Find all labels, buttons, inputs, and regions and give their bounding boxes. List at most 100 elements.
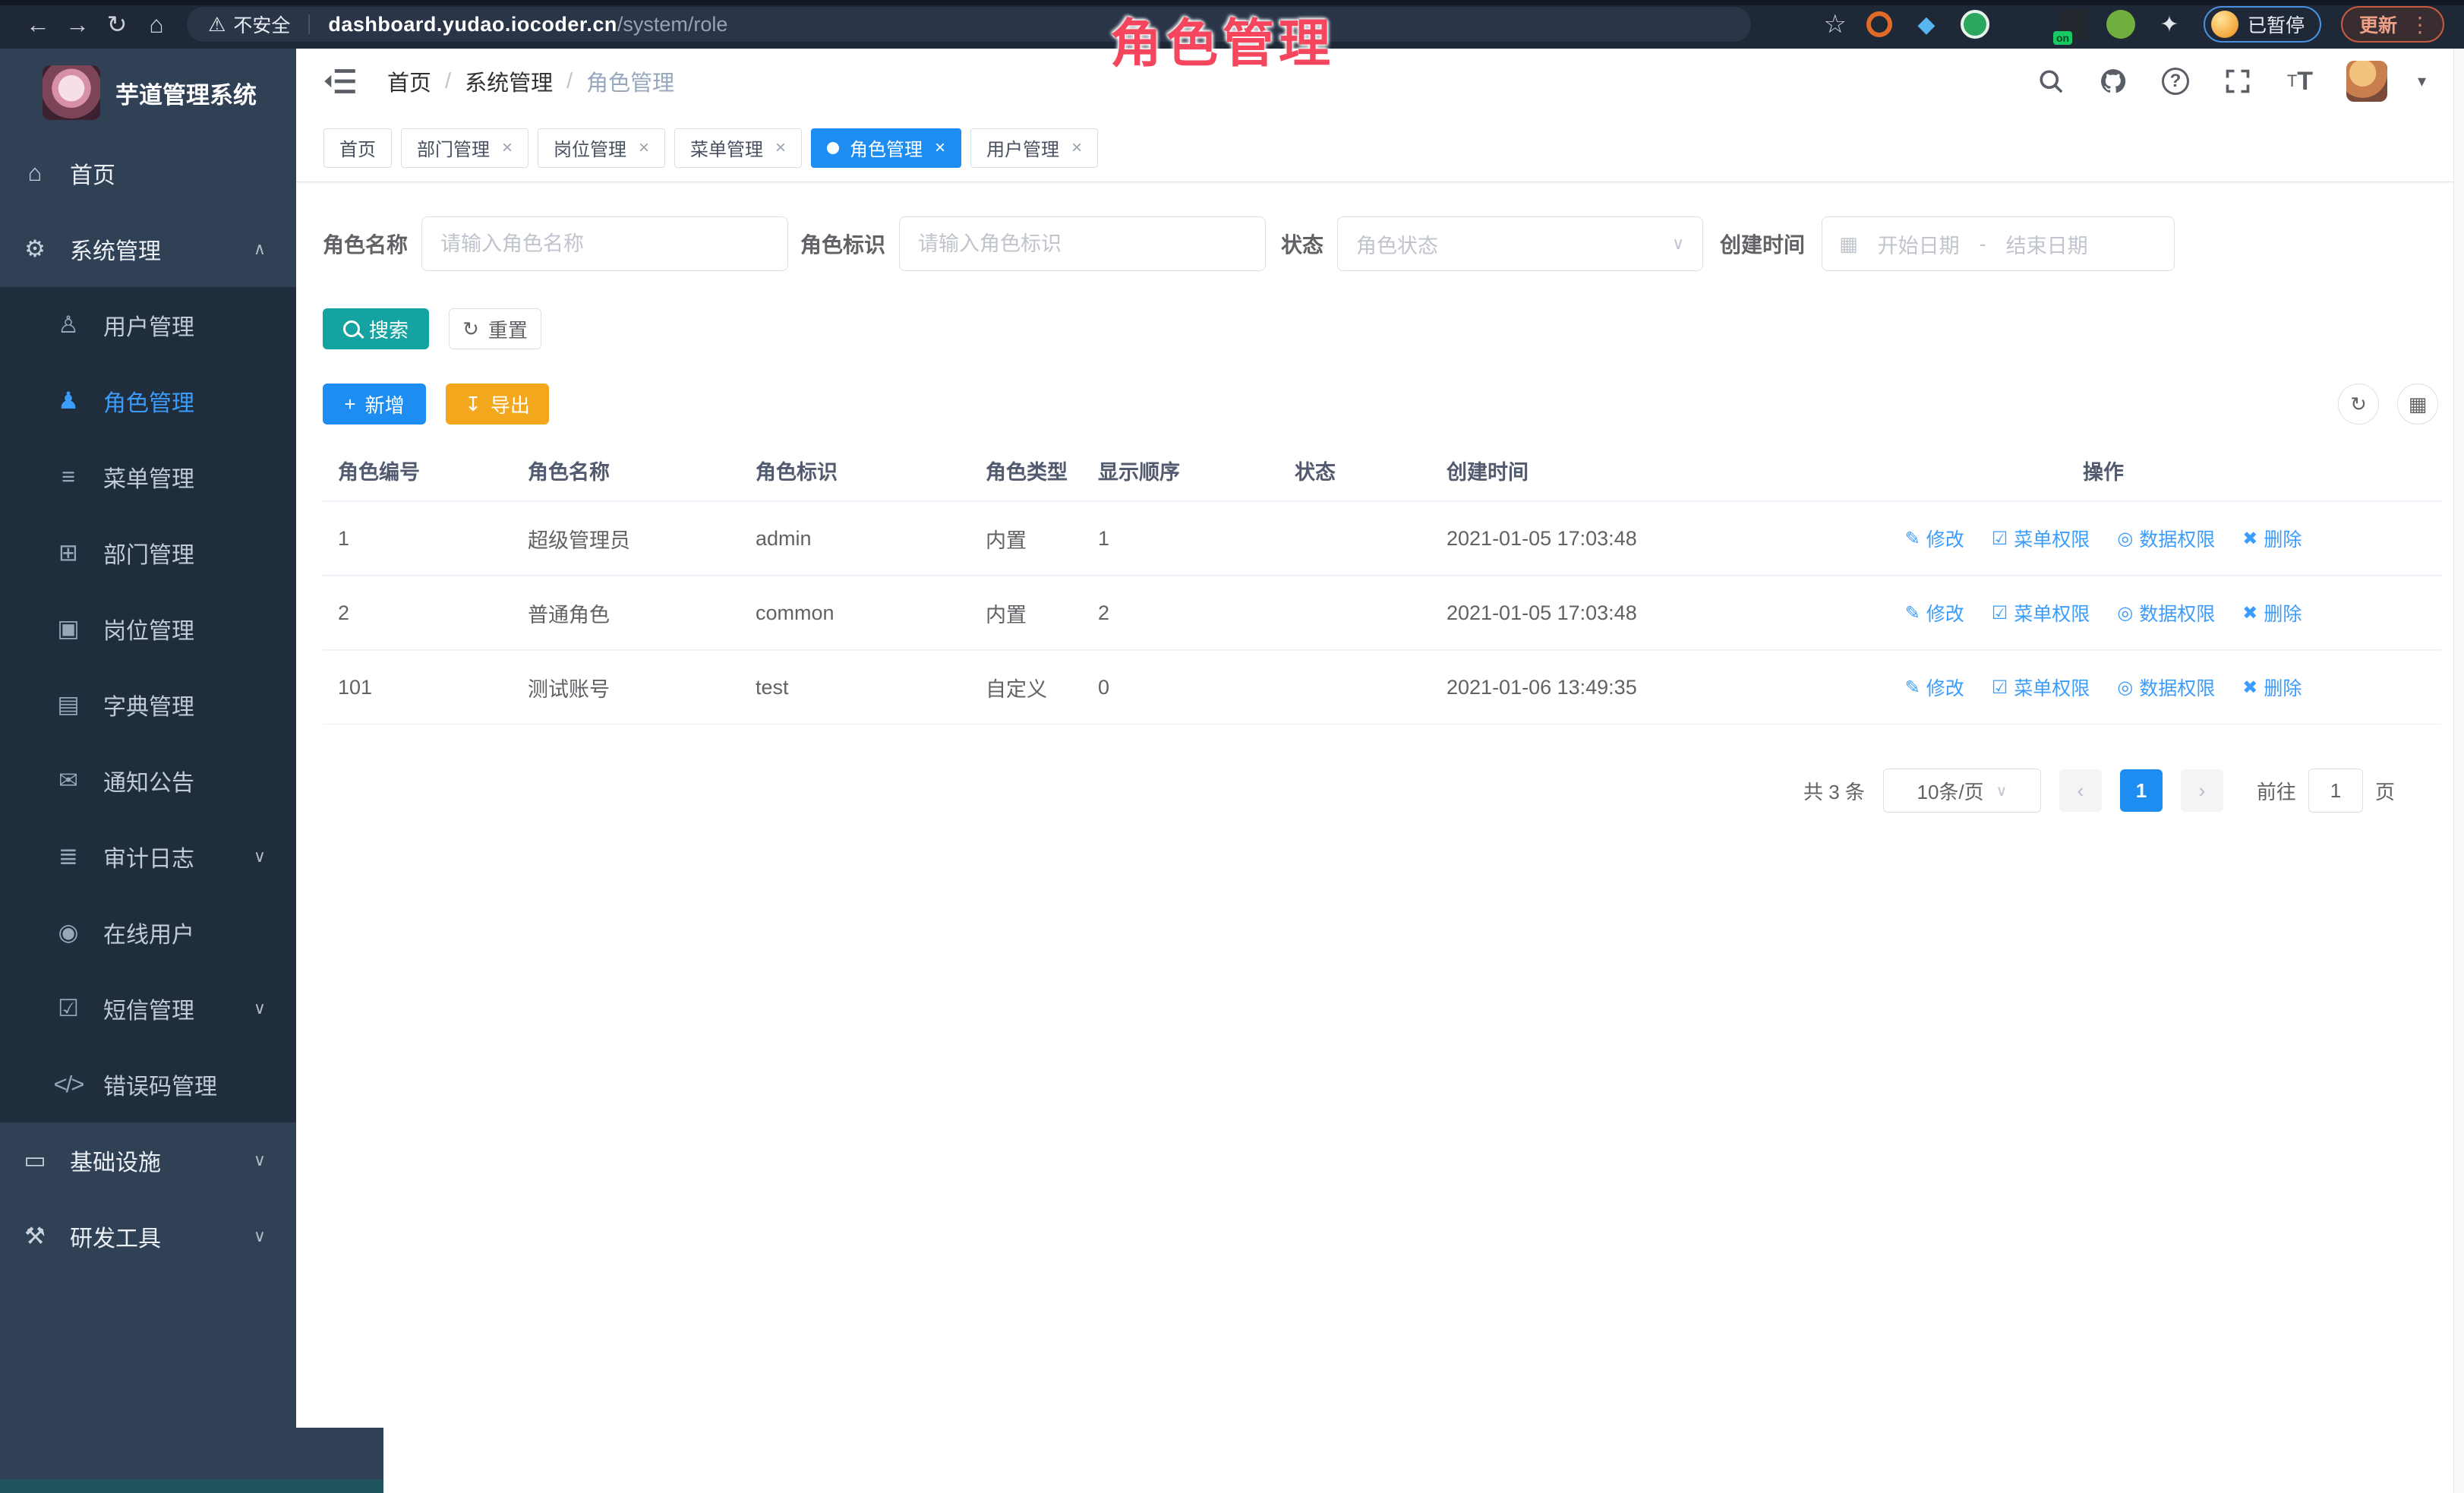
notice-icon: ✉ <box>53 767 84 794</box>
menu-permission-link[interactable]: ☑菜单权限 <box>1992 674 2090 701</box>
tab-roles[interactable]: 角色管理 × <box>811 128 961 168</box>
next-page-button[interactable]: › <box>2181 769 2223 812</box>
fullscreen-icon[interactable] <box>2222 65 2254 97</box>
browser-reload-icon[interactable]: ↻ <box>97 10 137 39</box>
sidebar-item-infrastructure[interactable]: ▭ 基础设施 ∨ <box>0 1122 296 1198</box>
role-name-input[interactable] <box>421 216 788 271</box>
breadcrumb-system[interactable]: 系统管理 <box>465 65 553 97</box>
profile-paused-button[interactable]: 已暂停 <box>2204 6 2321 43</box>
delete-icon: ✖ <box>2242 677 2257 699</box>
help-icon[interactable]: ? <box>2160 65 2191 97</box>
add-button[interactable]: + 新增 <box>323 384 426 425</box>
browser-forward-icon[interactable]: → <box>58 11 97 39</box>
data-permission-link[interactable]: ◎数据权限 <box>2117 674 2215 701</box>
browser-update-button[interactable]: 更新 ⋮ <box>2341 6 2444 43</box>
data-permission-link[interactable]: ◎数据权限 <box>2117 525 2215 552</box>
edit-link[interactable]: ✎修改 <box>1905 599 1964 627</box>
edit-link[interactable]: ✎修改 <box>1905 674 1964 701</box>
edit-link[interactable]: ✎修改 <box>1905 525 1964 552</box>
roles-icon: ♟ <box>53 387 84 415</box>
prev-page-button[interactable]: ‹ <box>2059 769 2102 812</box>
sidebar-item-dictionary[interactable]: ▤ 字典管理 <box>0 667 296 743</box>
browser-home-icon[interactable]: ⌂ <box>137 11 176 39</box>
page-size-select[interactable]: 10条/页 ∨ <box>1883 769 2041 813</box>
browser-back-icon[interactable]: ← <box>18 11 58 39</box>
export-button[interactable]: ↧ 导出 <box>446 384 549 425</box>
menu-permission-link[interactable]: ☑菜单权限 <box>1992 525 2090 552</box>
reset-icon: ↻ <box>462 319 479 339</box>
window-scrollbar[interactable] <box>2453 49 2464 1493</box>
extensions-puzzle-icon[interactable]: ✦ <box>2155 10 2184 39</box>
search-button[interactable]: 搜索 <box>323 308 429 349</box>
active-tab-dot <box>827 142 839 154</box>
close-icon[interactable]: × <box>639 137 649 159</box>
edit-icon: ✎ <box>1905 602 1920 624</box>
sidebar-item-sms[interactable]: ☑ 短信管理 ∨ <box>0 971 296 1046</box>
menu-permission-link[interactable]: ☑菜单权限 <box>1992 599 2090 627</box>
url-path: /system/role <box>617 13 728 36</box>
collapse-sidebar-icon[interactable] <box>323 68 357 95</box>
search-icon[interactable] <box>2035 65 2067 97</box>
close-icon[interactable]: × <box>1071 137 1082 159</box>
avatar-caret-icon[interactable]: ▾ <box>2418 71 2426 91</box>
extension-icon-2[interactable]: ◆ <box>1912 10 1941 39</box>
close-icon[interactable]: × <box>502 137 513 159</box>
not-secure-label: 不安全 <box>233 11 290 38</box>
delete-link[interactable]: ✖删除 <box>2242 674 2302 701</box>
tab-home[interactable]: 首页 <box>323 128 392 168</box>
sidebar-item-departments[interactable]: ⊞ 部门管理 <box>0 515 296 591</box>
extension-icon-4[interactable] <box>2009 10 2038 39</box>
refresh-table-icon[interactable]: ↻ <box>2338 384 2379 425</box>
sidebar-item-posts[interactable]: ▣ 岗位管理 <box>0 591 296 667</box>
address-bar[interactable]: ⚠ 不安全 dashboard.yudao.iocoder.cn /system… <box>187 7 1751 42</box>
delete-link[interactable]: ✖删除 <box>2242 525 2302 552</box>
column-settings-icon[interactable]: ▦ <box>2397 384 2438 425</box>
chevron-up-icon: ∧ <box>254 239 266 259</box>
tab-users[interactable]: 用户管理 × <box>970 128 1098 168</box>
tab-departments[interactable]: 部门管理 × <box>401 128 528 168</box>
browser-menu-icon[interactable]: ⋮ <box>2409 12 2431 37</box>
bookmark-star-icon[interactable]: ☆ <box>1823 9 1846 39</box>
create-time-range-picker[interactable]: ▦ 开始日期 - 结束日期 <box>1822 216 2175 271</box>
extension-icon-6[interactable] <box>2106 10 2135 39</box>
goto-page-input[interactable] <box>2308 769 2363 813</box>
user-avatar[interactable] <box>2346 61 2387 102</box>
extension-icon-3[interactable] <box>1961 10 1989 39</box>
sidebar-item-dev-tools[interactable]: ⚒ 研发工具 ∨ <box>0 1198 296 1274</box>
sidebar-item-notices[interactable]: ✉ 通知公告 <box>0 743 296 819</box>
sidebar-item-system[interactable]: ⚙ 系统管理 ∧ <box>0 211 296 287</box>
menu-permission-icon: ☑ <box>1992 677 2008 699</box>
filter-form: 角色名称 角色标识 状态 角色状态 ∨ 创建时间 ▦ 开始日期 - 结束日期 <box>323 216 2175 271</box>
sidebar-logo-row[interactable]: 芋道管理系统 <box>0 49 296 135</box>
breadcrumb-home[interactable]: 首页 <box>387 65 431 97</box>
not-secure-warning-icon: ⚠ <box>208 13 226 36</box>
extension-icon-5[interactable]: on <box>2058 10 2087 39</box>
menu-list-icon: ≡ <box>53 463 84 491</box>
tab-posts[interactable]: 岗位管理 × <box>538 128 665 168</box>
edit-icon: ✎ <box>1905 677 1920 699</box>
tab-menus[interactable]: 菜单管理 × <box>674 128 802 168</box>
sidebar-item-menus[interactable]: ≡ 菜单管理 <box>0 439 296 515</box>
close-icon[interactable]: × <box>935 137 945 159</box>
online-users-icon: ◉ <box>53 919 84 946</box>
url-domain: dashboard.yudao.iocoder.cn <box>328 13 617 36</box>
extension-icon-1[interactable] <box>1866 11 1892 37</box>
role-key-input[interactable] <box>899 216 1266 271</box>
reset-button[interactable]: ↻ 重置 <box>449 308 541 349</box>
status-select[interactable]: 角色状态 ∨ <box>1337 216 1703 271</box>
sidebar-item-users[interactable]: ♙ 用户管理 <box>0 287 296 363</box>
goto-unit: 页 <box>2375 777 2395 805</box>
close-icon[interactable]: × <box>775 137 786 159</box>
sidebar-item-roles[interactable]: ♟ 角色管理 <box>0 363 296 439</box>
current-page-button[interactable]: 1 <box>2120 769 2163 812</box>
sidebar-item-home[interactable]: ⌂ 首页 <box>0 135 296 211</box>
data-permission-link[interactable]: ◎数据权限 <box>2117 599 2215 627</box>
sidebar-item-online-users[interactable]: ◉ 在线用户 <box>0 895 296 971</box>
sidebar-item-audit-log[interactable]: ≣ 审计日志 ∨ <box>0 819 296 895</box>
address-bar-divider <box>308 14 310 34</box>
github-icon[interactable] <box>2097 65 2129 97</box>
chevron-down-icon: ∨ <box>1672 234 1684 254</box>
sidebar-item-error-codes[interactable]: </> 错误码管理 <box>0 1046 296 1122</box>
delete-link[interactable]: ✖删除 <box>2242 599 2302 627</box>
font-size-icon[interactable]: TT <box>2284 65 2316 97</box>
